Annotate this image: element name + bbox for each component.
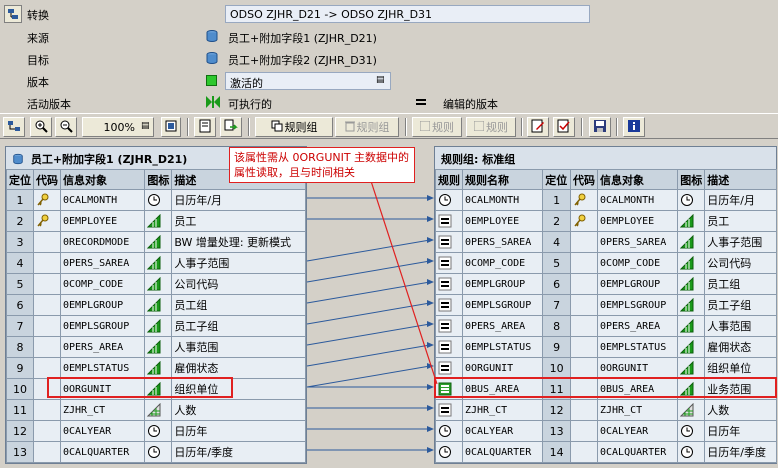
- mapping-arrowhead: [427, 384, 434, 390]
- mapping-line[interactable]: [306, 239, 431, 262]
- mapping-arrowhead: [427, 342, 434, 348]
- mapping-arrowhead: [427, 300, 434, 306]
- mapping-line[interactable]: [306, 344, 431, 367]
- mapping-line[interactable]: [306, 323, 431, 346]
- target-selection-highlight: [434, 377, 777, 398]
- mapping-line[interactable]: [306, 281, 431, 304]
- mapping-arrowhead: [427, 279, 434, 285]
- mapping-arrowhead: [427, 258, 434, 264]
- source-selection-highlight: [47, 377, 233, 398]
- mapping-arrowhead: [427, 405, 434, 411]
- mapping-arrowhead: [427, 237, 434, 243]
- mapping-arrowhead: [427, 447, 434, 453]
- mapping-arrowhead: [427, 216, 434, 222]
- mapping-arrowhead: [427, 426, 434, 432]
- mapping-arrowhead: [427, 321, 434, 327]
- mapping-line[interactable]: [306, 365, 431, 388]
- mapping-arrowhead: [427, 195, 434, 201]
- mapping-line[interactable]: [306, 260, 431, 283]
- annotation-callout: 该属性需从 0ORGUNIT 主数据中的属性读取，且与时间相关: [229, 147, 415, 183]
